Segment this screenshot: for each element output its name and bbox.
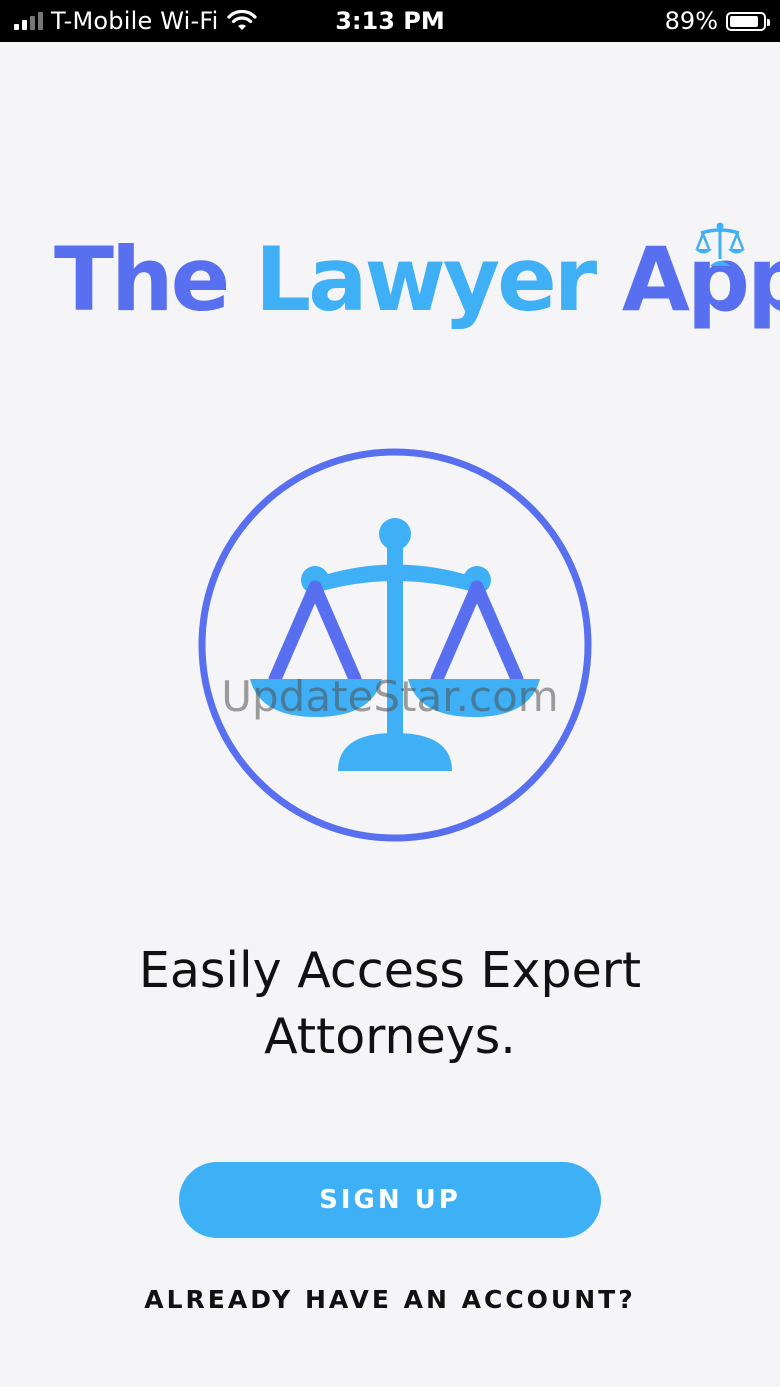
sign-up-button[interactable]: SIGN UP xyxy=(179,1162,601,1238)
battery-percent: 89% xyxy=(664,7,718,35)
logo-word-the: The xyxy=(54,228,230,331)
status-right: 89% xyxy=(664,0,770,42)
tagline: Easily Access Expert Attorneys. xyxy=(138,942,642,1065)
logo-wordmark: The Lawyer App xyxy=(54,228,780,331)
already-have-account-link[interactable]: ALREADY HAVE AN ACCOUNT? xyxy=(0,1285,780,1314)
status-time: 3:13 PM xyxy=(335,7,445,35)
logo-word-lawyer: Lawyer xyxy=(255,228,597,331)
scales-of-justice-icon xyxy=(695,222,745,266)
scales-emblem-icon xyxy=(198,448,592,842)
app-logo: The Lawyer App xyxy=(40,222,780,352)
battery-fill xyxy=(730,15,759,27)
status-bar: T-Mobile Wi-Fi 3:13 PM 89% xyxy=(0,0,780,42)
battery-icon xyxy=(726,11,770,31)
